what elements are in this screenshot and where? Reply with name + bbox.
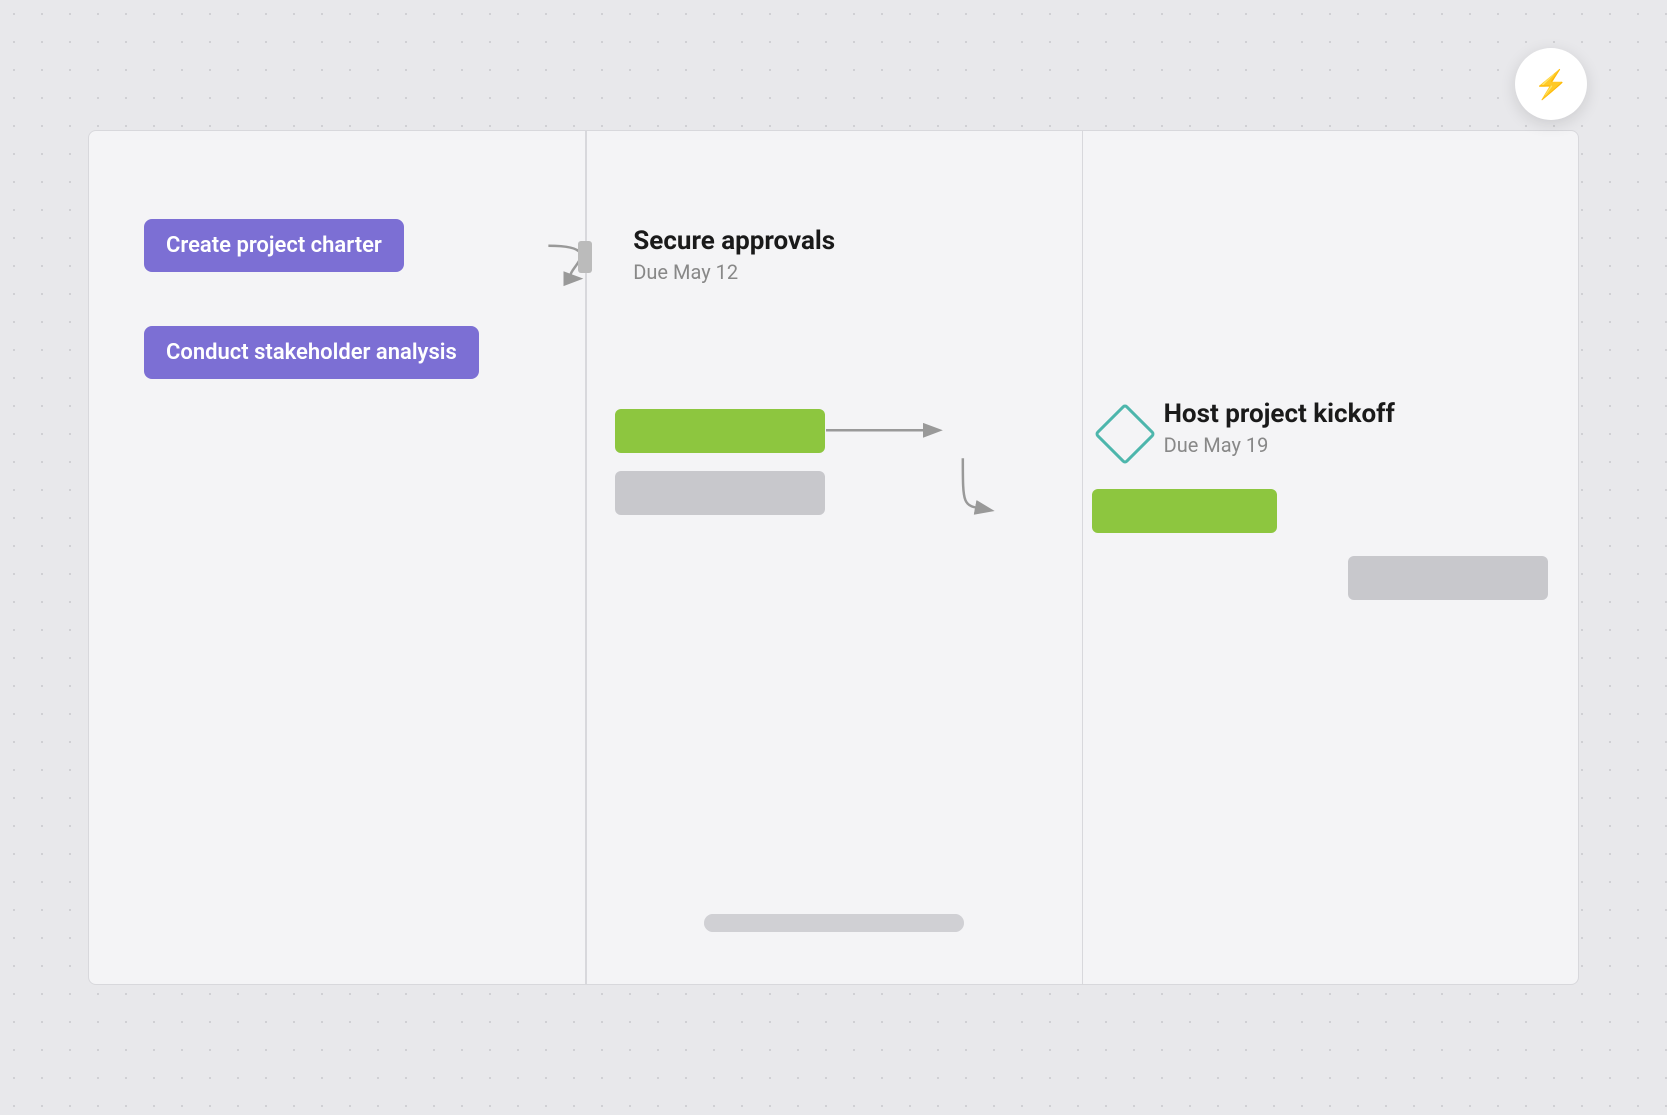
diamond-shape — [1093, 403, 1155, 465]
gray-bar-2 — [1348, 556, 1548, 600]
task-conduct-stakeholder-analysis[interactable]: Conduct stakeholder analysis — [144, 326, 479, 379]
host-kickoff-diamond — [1100, 409, 1150, 459]
host-kickoff-info: Host project kickoff Due May 19 — [1164, 399, 1395, 457]
secure-approvals-milestone-marker — [578, 241, 592, 273]
gantt-chart-container: Create project charter Conduct stakehold… — [88, 130, 1579, 985]
lightning-icon: ⚡ — [1534, 68, 1569, 101]
secure-approvals-due: Due May 12 — [633, 260, 835, 284]
secure-approvals-title: Secure approvals — [633, 226, 835, 256]
scrollbar-thumb[interactable] — [704, 914, 964, 932]
green-bar-1[interactable] — [615, 409, 825, 453]
host-kickoff-title: Host project kickoff — [1164, 399, 1395, 429]
horizontal-scrollbar[interactable] — [704, 914, 964, 932]
green-bar-2[interactable] — [1092, 489, 1277, 533]
task-create-project-charter[interactable]: Create project charter — [144, 219, 404, 272]
host-kickoff-due: Due May 19 — [1164, 433, 1395, 457]
task-charter-label: Create project charter — [166, 233, 382, 258]
gray-bar-1 — [615, 471, 825, 515]
column-divider-2 — [1082, 131, 1084, 984]
secure-approvals-info: Secure approvals Due May 12 — [633, 226, 835, 284]
lightning-quick-actions-button[interactable]: ⚡ — [1515, 48, 1587, 120]
task-stakeholder-label: Conduct stakeholder analysis — [166, 340, 457, 365]
